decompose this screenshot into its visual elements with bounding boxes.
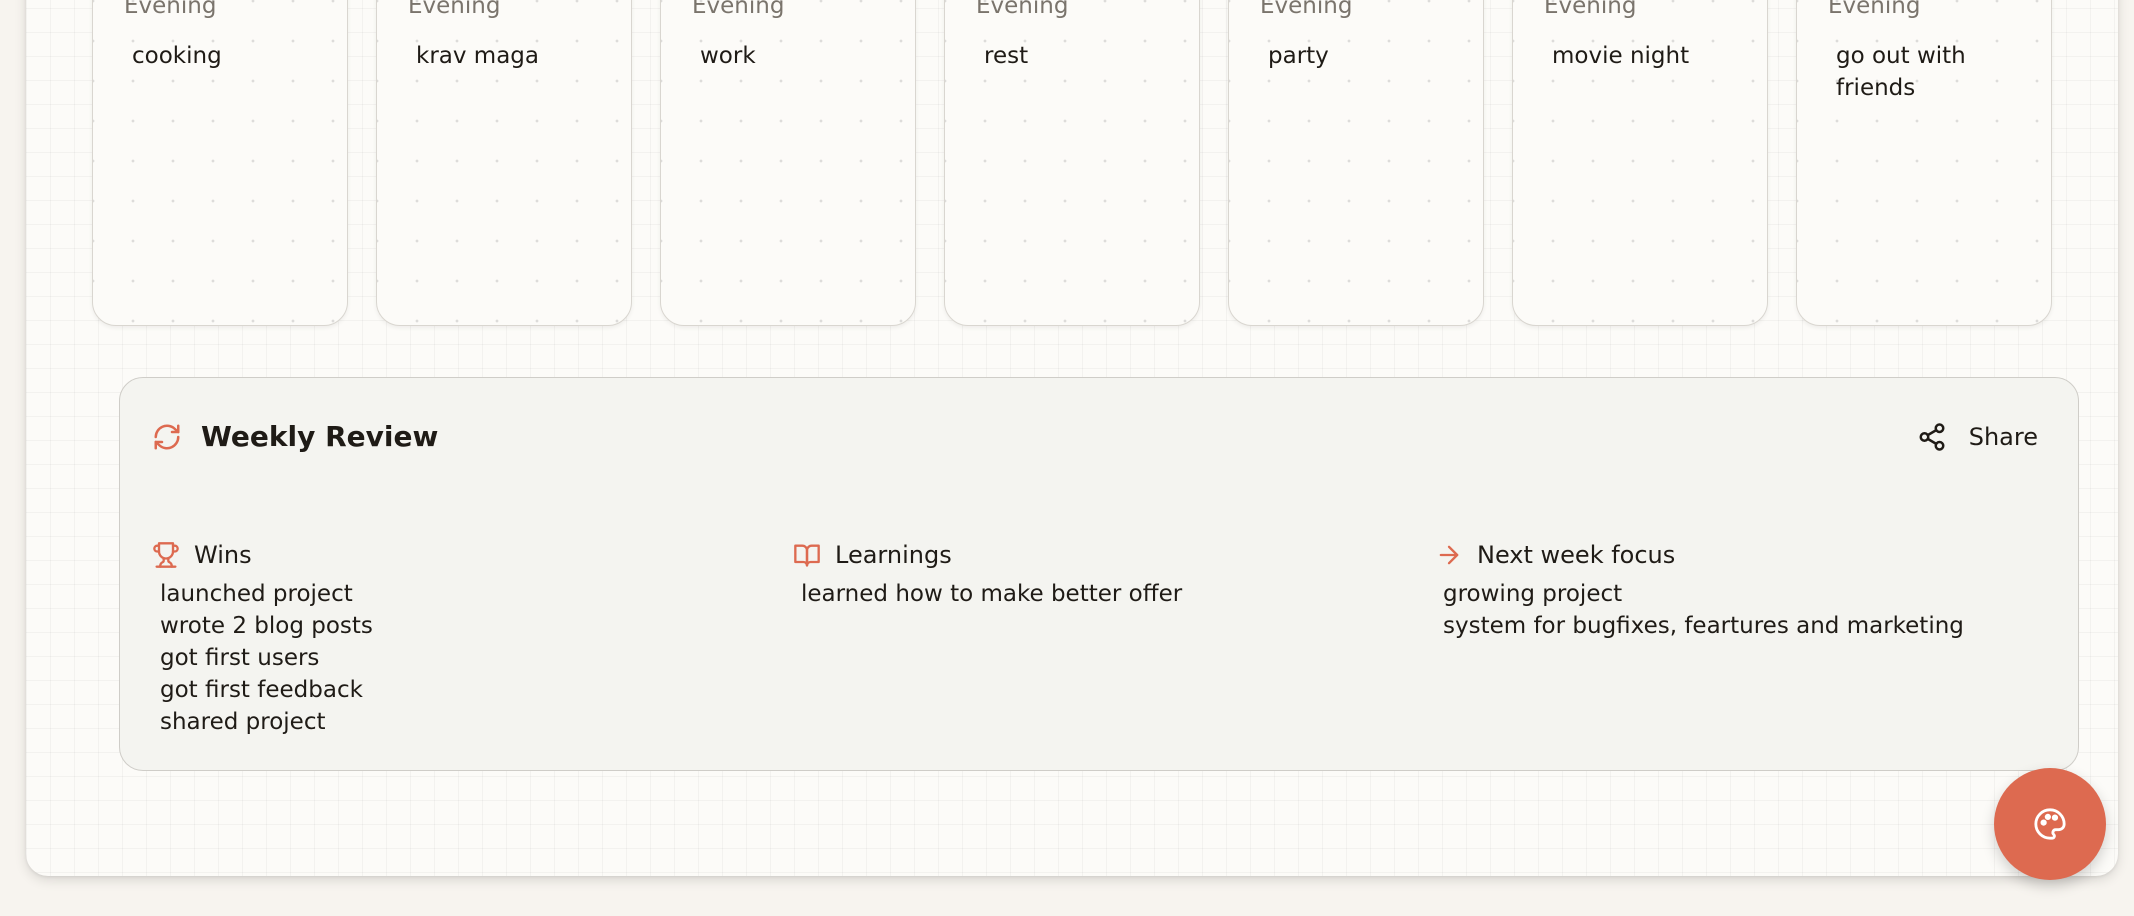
list-item: growing project (1443, 581, 1623, 607)
slot-label: Evening (124, 0, 217, 19)
list-item: launched project (160, 581, 353, 607)
next-week-focus-list[interactable]: growing project system for bugfixes, fea… (1435, 578, 1964, 642)
slot-label: Evening (692, 0, 785, 19)
list-item: got first feedback (160, 677, 363, 703)
slot-entry[interactable]: party (1268, 40, 1458, 72)
next-week-focus-header: Next week focus (1435, 538, 1964, 572)
slot-label: Evening (1544, 0, 1637, 19)
wins-column: Wins launched project wrote 2 blog posts… (152, 538, 373, 738)
list-item: wrote 2 blog posts (160, 613, 373, 639)
slot-label: Evening (408, 0, 501, 19)
slot-entry[interactable]: krav maga (416, 40, 606, 72)
wins-header: Wins (152, 538, 373, 572)
slot-entry[interactable]: go out with friends (1836, 40, 2026, 104)
share-button[interactable]: Share (1917, 414, 2038, 460)
day-card-1[interactable]: Evening cooking (92, 0, 348, 326)
list-item: system for bugfixes, feartures and marke… (1443, 613, 1964, 639)
slot-entry[interactable]: movie night (1552, 40, 1742, 72)
book-icon (794, 544, 820, 567)
day-card-7[interactable]: Evening go out with friends (1796, 0, 2052, 326)
learnings-title: Learnings (835, 541, 952, 569)
slot-label: Evening (976, 0, 1069, 19)
day-card-4[interactable]: Evening rest (944, 0, 1200, 326)
day-card-2[interactable]: Evening krav maga (376, 0, 632, 326)
trophy-icon (153, 542, 179, 568)
next-week-focus-column: Next week focus growing project system f… (1435, 538, 1964, 642)
day-card-3[interactable]: Evening work (660, 0, 916, 326)
learnings-header: Learnings (793, 538, 1182, 572)
palette-icon (2034, 808, 2066, 840)
share-label: Share (1968, 423, 2038, 451)
list-item: got first users (160, 645, 320, 671)
planner-page: Evening cooking Evening krav maga Evenin… (26, 0, 2118, 876)
slot-label: Evening (1260, 0, 1353, 19)
list-item: learned how to make better offer (801, 581, 1183, 607)
slot-label: Evening (1828, 0, 1921, 19)
next-week-focus-title: Next week focus (1477, 541, 1676, 569)
refresh-icon (154, 424, 180, 450)
weekly-review-panel: Weekly Review Share Wins launched projec… (119, 377, 2079, 771)
wins-list[interactable]: launched project wrote 2 blog posts got … (152, 578, 373, 738)
learnings-column: Learnings learned how to make better off… (793, 538, 1182, 610)
list-item: shared project (160, 709, 326, 735)
slot-entry[interactable]: rest (984, 40, 1174, 72)
slot-entry[interactable]: work (700, 40, 890, 72)
learnings-list[interactable]: learned how to make better offer (793, 578, 1182, 610)
slot-entry[interactable]: cooking (132, 40, 322, 72)
review-title: Weekly Review (201, 420, 439, 453)
day-card-5[interactable]: Evening party (1228, 0, 1484, 326)
day-card-6[interactable]: Evening movie night (1512, 0, 1768, 326)
share-icon (1919, 423, 1945, 451)
theme-fab-button[interactable] (1994, 768, 2106, 880)
arrow-right-icon (1439, 545, 1459, 565)
wins-title: Wins (194, 541, 252, 569)
